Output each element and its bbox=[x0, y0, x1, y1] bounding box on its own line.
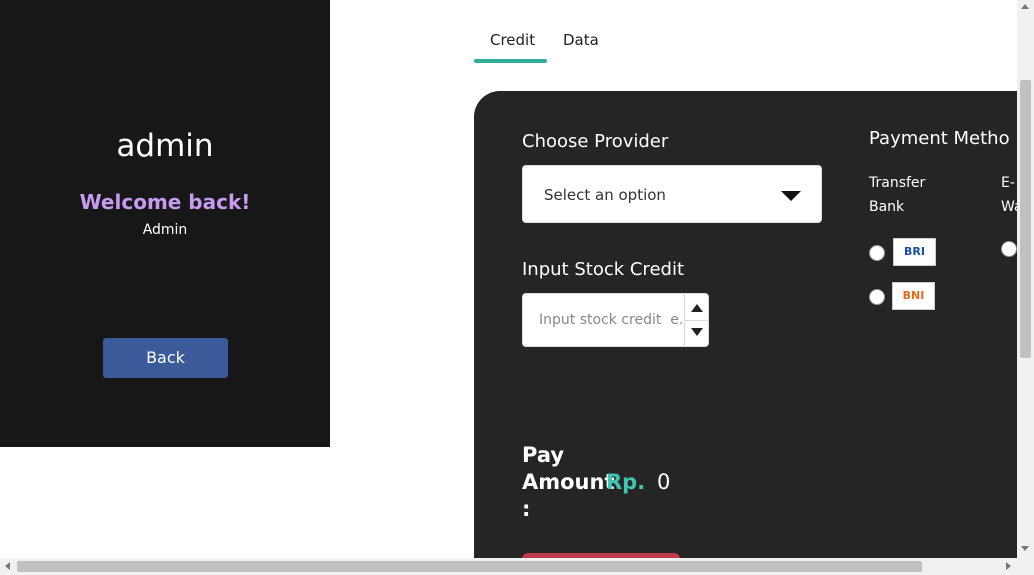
vertical-scroll-thumb[interactable] bbox=[1020, 80, 1031, 358]
stock-label: Input Stock Credit bbox=[522, 259, 684, 280]
tab-data[interactable]: Data bbox=[563, 31, 599, 49]
provider-select[interactable]: Select an option bbox=[522, 165, 822, 223]
scroll-down-icon[interactable] bbox=[1021, 546, 1029, 551]
currency-label: Rp. bbox=[606, 470, 646, 494]
tab-credit[interactable]: Credit bbox=[490, 31, 535, 49]
profile-panel: admin Welcome back! Admin Back bbox=[0, 0, 330, 447]
scroll-up-icon[interactable] bbox=[1021, 4, 1029, 9]
transfer-bank-label-line1: Transfer bbox=[869, 175, 926, 191]
stock-stepper[interactable] bbox=[684, 294, 708, 346]
horizontal-scroll-thumb[interactable] bbox=[17, 561, 922, 572]
bni-logo: BNI bbox=[892, 282, 935, 310]
credit-form-card: Choose Provider Select an option Input S… bbox=[474, 91, 1034, 561]
pay-amount-line2: Amount bbox=[522, 470, 615, 494]
pay-amount-value: 0 bbox=[657, 470, 671, 494]
chevron-down-icon bbox=[781, 191, 801, 201]
transfer-bank-label-line2: Bank bbox=[869, 199, 905, 215]
horizontal-scrollbar[interactable] bbox=[0, 558, 1034, 575]
payment-method-label: Payment Metho bbox=[869, 128, 1010, 149]
back-button[interactable]: Back bbox=[103, 338, 228, 378]
scroll-right-icon[interactable] bbox=[1006, 562, 1011, 570]
bri-radio[interactable] bbox=[869, 245, 885, 261]
provider-label: Choose Provider bbox=[522, 131, 669, 152]
stock-credit-field bbox=[522, 293, 709, 347]
stepper-divider bbox=[685, 320, 708, 321]
transfer-bank-label: Transfer Bank bbox=[869, 171, 925, 219]
scroll-left-icon[interactable] bbox=[5, 562, 10, 570]
welcome-message: Welcome back! bbox=[79, 190, 251, 214]
profile-role: Admin bbox=[142, 222, 188, 238]
ewallet-radio[interactable] bbox=[1001, 241, 1017, 257]
pay-amount-line1: Pay bbox=[522, 443, 565, 467]
provider-select-value: Select an option bbox=[544, 186, 666, 204]
stock-credit-input[interactable] bbox=[523, 294, 685, 346]
bri-logo: BRI bbox=[893, 238, 936, 266]
pay-amount-label: Pay Amount : bbox=[522, 442, 615, 523]
page: admin Welcome back! Admin Back Credit Da… bbox=[0, 0, 1034, 575]
vertical-scrollbar[interactable] bbox=[1017, 0, 1034, 558]
bni-radio[interactable] bbox=[869, 289, 885, 305]
active-tab-indicator bbox=[474, 59, 547, 63]
stepper-down-icon[interactable] bbox=[691, 328, 703, 336]
stepper-up-icon[interactable] bbox=[691, 304, 703, 312]
profile-name: admin bbox=[116, 128, 214, 164]
pay-amount-line3: : bbox=[522, 497, 531, 521]
